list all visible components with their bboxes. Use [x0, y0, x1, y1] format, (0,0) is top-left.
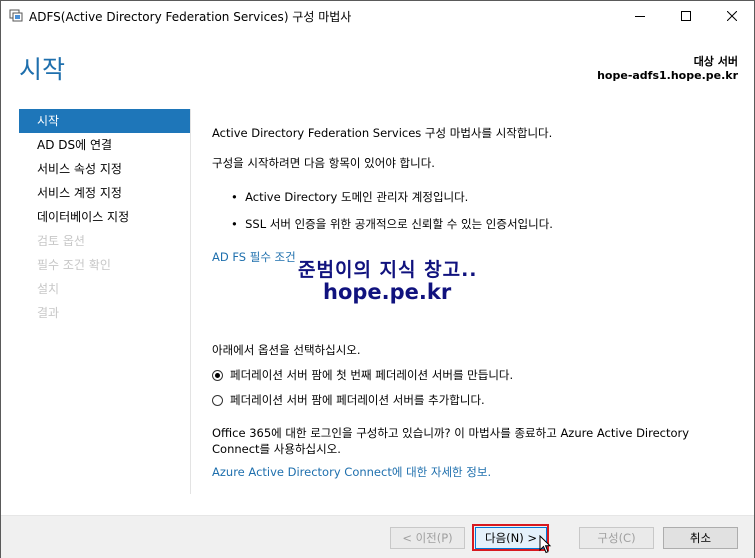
maximize-icon	[681, 11, 691, 21]
title-bar: ADFS(Active Directory Federation Service…	[1, 1, 754, 31]
next-button-highlight	[472, 524, 549, 551]
wizard-step-nav: 시작 AD DS에 연결 서비스 속성 지정 서비스 계정 지정 데이터베이스 …	[19, 109, 190, 325]
wizard-window: ADFS(Active Directory Federation Service…	[0, 0, 755, 558]
nav-step-service-account[interactable]: 서비스 계정 지정	[19, 181, 190, 205]
adfs-app-icon	[9, 9, 23, 22]
maximize-button[interactable]	[663, 1, 709, 31]
previous-button: < 이전(P)	[390, 527, 465, 549]
nav-step-database[interactable]: 데이터베이스 지정	[19, 205, 190, 229]
close-button[interactable]	[709, 1, 755, 31]
azure-ad-connect-link[interactable]: Azure Active Directory Connect에 대한 자세한 정…	[212, 464, 491, 480]
nav-step-results: 결과	[37, 306, 60, 320]
requirements-intro: 구성을 시작하려면 다음 항목이 있어야 합니다.	[212, 156, 435, 170]
nav-divider	[190, 109, 191, 494]
target-server-label: 대상 서버	[693, 55, 738, 68]
nav-step-connect-adds[interactable]: AD DS에 연결	[19, 133, 190, 157]
watermark-url: hope.pe.kr	[323, 280, 452, 304]
option-create-first-server[interactable]: 페더레이션 서버 팜에 첫 번째 페더레이션 서버를 만듭니다.	[212, 367, 513, 383]
page-title: 시작	[19, 55, 66, 84]
nav-step-prereq-check: 필수 조건 확인	[37, 258, 111, 272]
nav-step-install: 설치	[37, 282, 60, 296]
option-add-server[interactable]: 페더레이션 서버 팜에 페더레이션 서버를 추가합니다.	[212, 392, 485, 408]
mouse-cursor-icon	[539, 535, 552, 554]
intro-text: Active Directory Federation Services 구성 …	[212, 126, 553, 140]
window-title: ADFS(Active Directory Federation Service…	[29, 10, 352, 24]
close-icon	[727, 11, 737, 21]
options-intro: 아래에서 옵션을 선택하십시오.	[212, 343, 361, 357]
cancel-button[interactable]: 취소	[663, 527, 738, 549]
option-label: 페더레이션 서버 팜에 페더레이션 서버를 추가합니다.	[230, 393, 485, 407]
requirement-text: Active Directory 도메인 관리자 계정입니다.	[245, 190, 469, 204]
prereq-link[interactable]: AD FS 필수 조건	[212, 249, 296, 265]
requirement-item: • SSL 서버 인증을 위한 공개적으로 신뢰할 수 있는 인증서입니다.	[231, 217, 553, 231]
minimize-button[interactable]	[617, 1, 663, 31]
configure-button: 구성(C)	[579, 527, 654, 549]
nav-step-review: 검토 옵션	[37, 234, 85, 248]
option-label: 페더레이션 서버 팜에 첫 번째 페더레이션 서버를 만듭니다.	[230, 368, 514, 382]
office-note-line2: Connect를 사용하십시오.	[212, 442, 341, 456]
office-note-line1: Office 365에 대한 로그인을 구성하고 있습니까? 이 마법사를 종료…	[212, 426, 690, 440]
target-server-name: hope-adfs1.hope.pe.kr	[597, 69, 738, 82]
wizard-footer: < 이전(P) 다음(N) > 구성(C) 취소	[1, 515, 754, 558]
wizard-header: 시작 대상 서버 hope-adfs1.hope.pe.kr	[1, 31, 754, 91]
requirement-item: • Active Directory 도메인 관리자 계정입니다.	[231, 190, 469, 204]
nav-step-service-properties[interactable]: 서비스 속성 지정	[19, 157, 190, 181]
radio-button[interactable]	[212, 394, 223, 406]
requirement-text: SSL 서버 인증을 위한 공개적으로 신뢰할 수 있는 인증서입니다.	[245, 217, 553, 231]
watermark-text: 준범이의 지식 창고..	[298, 259, 478, 281]
radio-button-checked[interactable]	[212, 369, 223, 381]
nav-step-start[interactable]: 시작	[19, 109, 190, 133]
minimize-icon	[635, 16, 645, 17]
